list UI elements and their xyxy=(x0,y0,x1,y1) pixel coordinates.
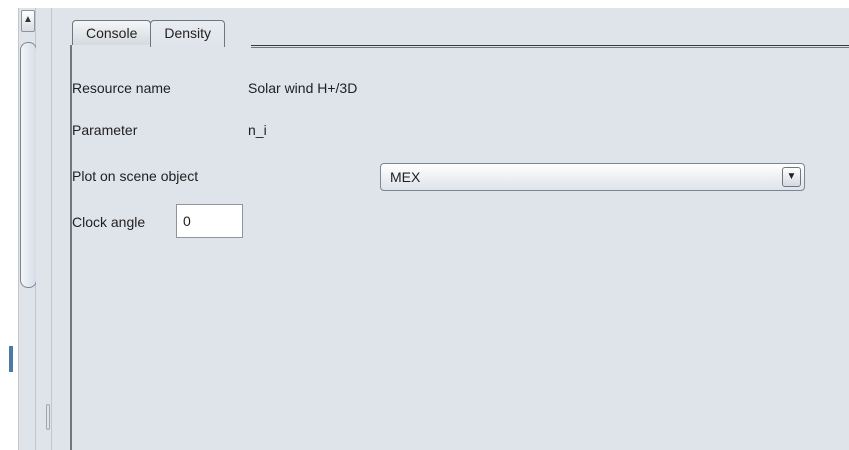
scroll-thumb[interactable] xyxy=(20,42,37,288)
vertical-scrollbar[interactable]: ▲ xyxy=(18,8,37,450)
scroll-up-button[interactable]: ▲ xyxy=(21,10,35,32)
clock-angle-label: Clock angle xyxy=(72,214,146,230)
resource-name-value: Solar wind H+/3D xyxy=(248,80,358,96)
density-panel: Console Density Resource name Solar wind… xyxy=(52,8,849,450)
split-pane-divider[interactable] xyxy=(36,8,52,450)
scene-object-select[interactable]: MEX ▼ xyxy=(380,163,805,191)
plot-on-scene-object-label: Plot on scene object xyxy=(72,168,199,184)
scene-object-selected-value: MEX xyxy=(390,169,421,185)
parameter-value: n_i xyxy=(248,122,267,138)
tab-content-border xyxy=(70,45,72,450)
tab-strip: Console Density xyxy=(72,20,226,47)
tab-separator xyxy=(251,45,849,48)
chevron-down-icon[interactable]: ▼ xyxy=(782,167,801,187)
resource-name-label: Resource name xyxy=(72,80,171,96)
splitter-grip[interactable] xyxy=(46,404,50,430)
tab-console[interactable]: Console xyxy=(72,20,152,45)
triangle-up-icon: ▲ xyxy=(23,14,33,25)
side-marker xyxy=(9,346,13,372)
parameter-label: Parameter xyxy=(72,122,138,138)
clock-angle-input[interactable] xyxy=(176,204,243,238)
tab-density[interactable]: Density xyxy=(150,20,226,47)
left-gutter xyxy=(0,0,8,450)
